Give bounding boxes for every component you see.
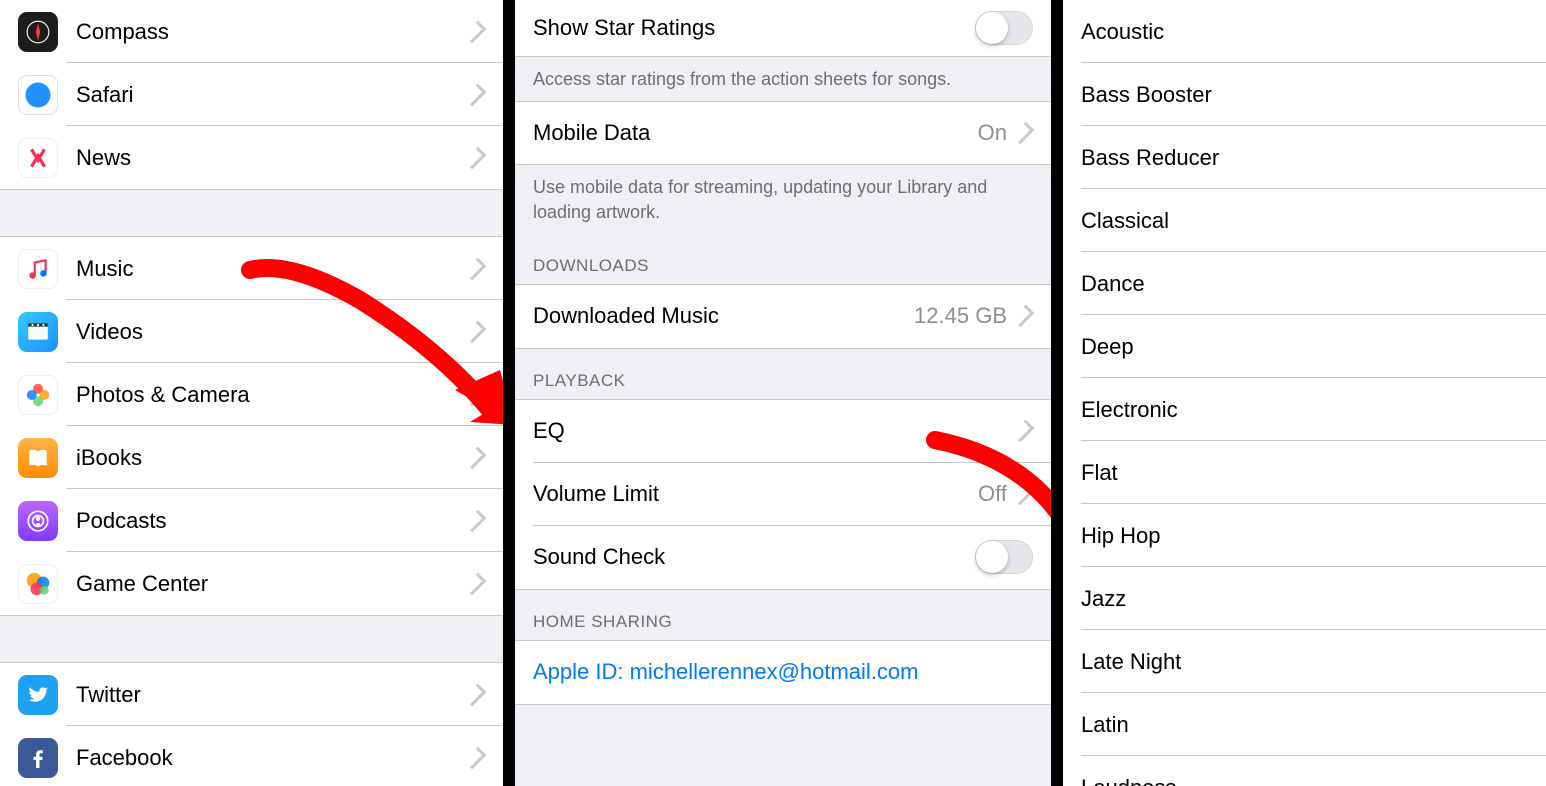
eq-preset-label: Flat [1081, 460, 1528, 486]
settings-row-videos[interactable]: Videos [0, 300, 503, 363]
setting-label: Volume Limit [533, 481, 978, 507]
eq-preset-row[interactable]: Loudness [1063, 756, 1546, 786]
gamecenter-icon [18, 564, 58, 604]
settings-row-twitter[interactable]: Twitter [0, 663, 503, 726]
settings-row-label: Safari [76, 82, 469, 108]
sound-check-row[interactable]: Sound Check [515, 526, 1051, 589]
setting-value: 12.45 GB [914, 303, 1007, 329]
setting-label: Downloaded Music [533, 303, 914, 329]
eq-preset-row[interactable]: Electronic [1063, 378, 1546, 441]
mobile-data-row[interactable]: Mobile Data On [515, 101, 1051, 164]
star-ratings-switch[interactable] [975, 11, 1033, 45]
music-settings-panel: Show Star Ratings Access star ratings fr… [515, 0, 1063, 786]
setting-value: On [978, 120, 1007, 146]
section-gap [0, 615, 503, 663]
show-star-ratings-row[interactable]: Show Star Ratings [515, 0, 1051, 56]
section-gap [515, 704, 1051, 764]
podcasts-icon [18, 501, 58, 541]
settings-row-photos[interactable]: Photos & Camera [0, 363, 503, 426]
setting-label: Sound Check [533, 544, 975, 570]
eq-preset-label: Electronic [1081, 397, 1528, 423]
settings-row-facebook[interactable]: Facebook [0, 726, 503, 786]
eq-preset-row[interactable]: Bass Booster [1063, 63, 1546, 126]
eq-preset-label: Latin [1081, 712, 1528, 738]
eq-row[interactable]: EQ [515, 400, 1051, 463]
eq-preset-row[interactable]: Classical [1063, 189, 1546, 252]
eq-preset-row[interactable]: Dance [1063, 252, 1546, 315]
eq-preset-label: Bass Booster [1081, 82, 1528, 108]
eq-preset-row[interactable]: Jazz [1063, 567, 1546, 630]
apple-id-label: Apple ID: michellerennex@hotmail.com [533, 659, 1033, 685]
downloads-header: DOWNLOADS [515, 234, 1051, 285]
eq-preset-label: Hip Hop [1081, 523, 1528, 549]
settings-row-label: Facebook [76, 745, 469, 771]
playback-header: PLAYBACK [515, 348, 1051, 400]
chevron-right-icon [1012, 420, 1035, 443]
settings-row-label: Compass [76, 19, 469, 45]
downloaded-music-row[interactable]: Downloaded Music 12.45 GB [515, 285, 1051, 348]
settings-row-label: Photos & Camera [76, 382, 469, 408]
setting-value: Off [978, 481, 1007, 507]
settings-row-label: Videos [76, 319, 469, 345]
chevron-right-icon [1012, 483, 1035, 506]
settings-row-label: iBooks [76, 445, 469, 471]
sound-check-switch[interactable] [975, 540, 1033, 574]
videos-icon [18, 312, 58, 352]
facebook-icon [18, 738, 58, 778]
volume-limit-row[interactable]: Volume Limit Off [515, 463, 1051, 526]
settings-row-ibooks[interactable]: iBooks [0, 426, 503, 489]
eq-preset-label: Loudness [1081, 775, 1528, 786]
music-icon [18, 249, 58, 289]
eq-preset-row[interactable]: Late Night [1063, 630, 1546, 693]
settings-row-safari[interactable]: Safari [0, 63, 503, 126]
eq-preset-row[interactable]: Deep [1063, 315, 1546, 378]
eq-preset-label: Dance [1081, 271, 1528, 297]
home-sharing-header: HOME SHARING [515, 589, 1051, 641]
settings-row-gamecenter[interactable]: Game Center [0, 552, 503, 615]
settings-row-label: Podcasts [76, 508, 469, 534]
settings-row-label: Music [76, 256, 469, 282]
settings-row-compass[interactable]: Compass [0, 0, 503, 63]
setting-label: EQ [533, 418, 1007, 444]
settings-row-podcasts[interactable]: Podcasts [0, 489, 503, 552]
chevron-right-icon [1012, 305, 1035, 328]
settings-row-label: News [76, 145, 469, 171]
eq-preset-row[interactable]: Bass Reducer [1063, 126, 1546, 189]
settings-row-music[interactable]: Music [0, 237, 503, 300]
eq-preset-label: Bass Reducer [1081, 145, 1528, 171]
eq-preset-label: Late Night [1081, 649, 1528, 675]
settings-row-news[interactable]: News [0, 126, 503, 189]
photos-icon [18, 375, 58, 415]
eq-preset-row[interactable]: Flat [1063, 441, 1546, 504]
setting-label: Show Star Ratings [533, 15, 975, 41]
safari-icon [18, 75, 58, 115]
setting-label: Mobile Data [533, 120, 978, 146]
eq-preset-label: Deep [1081, 334, 1528, 360]
eq-preset-row[interactable]: Acoustic [1063, 0, 1546, 63]
eq-preset-row[interactable]: Hip Hop [1063, 504, 1546, 567]
settings-root-panel: Compass Safari News Music Videos [0, 0, 515, 786]
settings-row-label: Twitter [76, 682, 469, 708]
eq-preset-label: Classical [1081, 208, 1528, 234]
ibooks-icon [18, 438, 58, 478]
section-gap [0, 189, 503, 237]
eq-presets-panel: Acoustic Bass Booster Bass Reducer Classica… [1063, 0, 1546, 786]
apple-id-row[interactable]: Apple ID: michellerennex@hotmail.com [515, 641, 1051, 704]
chevron-right-icon [1012, 122, 1035, 145]
star-ratings-footer: Access star ratings from the action shee… [515, 56, 1051, 101]
mobile-data-footer: Use mobile data for streaming, updating … [515, 164, 1051, 234]
settings-row-label: Game Center [76, 571, 469, 597]
eq-preset-label: Acoustic [1081, 19, 1528, 45]
eq-preset-label: Jazz [1081, 586, 1528, 612]
compass-icon [18, 12, 58, 52]
twitter-icon [18, 675, 58, 715]
eq-preset-row[interactable]: Latin [1063, 693, 1546, 756]
news-icon [18, 138, 58, 178]
